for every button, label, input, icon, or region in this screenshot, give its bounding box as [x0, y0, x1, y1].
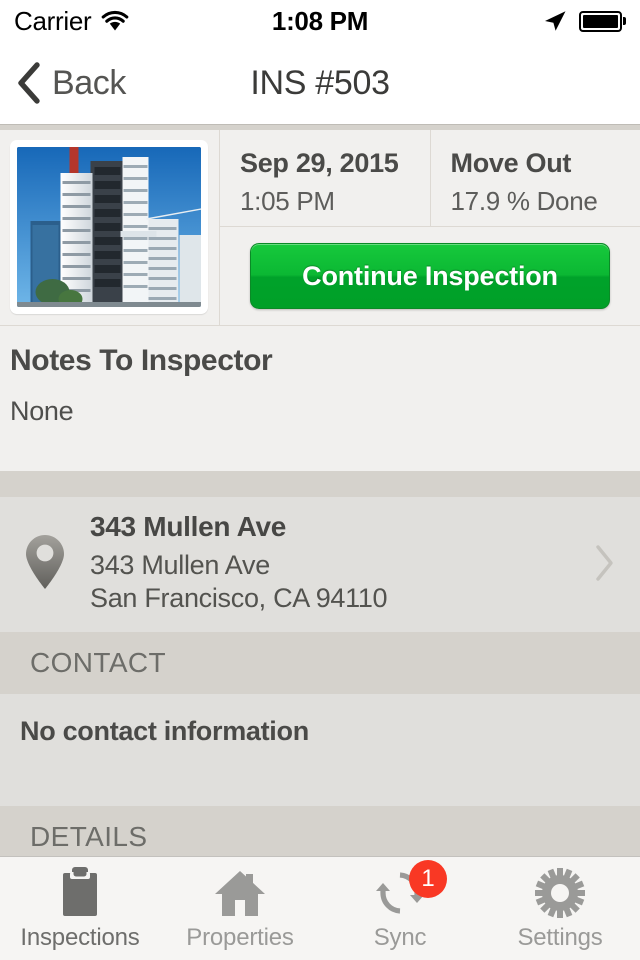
inspection-type-progress: Move Out 17.9 % Done: [429, 130, 640, 226]
property-name: 343 Mullen Ave: [90, 511, 287, 542]
notes-title: Notes To Inspector: [10, 344, 273, 377]
notes-to-inspector-section: Notes To Inspector None: [0, 325, 640, 471]
battery-full-icon: [579, 10, 626, 32]
status-bar: Carrier 1:08 PM: [0, 0, 640, 42]
summary-details: Sep 29, 2015 1:05 PM Move Out 17.9 % Don…: [220, 130, 640, 325]
contact-empty-message: No contact information: [20, 715, 309, 746]
chevron-container: [570, 544, 640, 582]
carrier-label: Carrier: [14, 5, 92, 36]
status-bar-right: [542, 8, 626, 34]
details-header-label: DETAILS: [30, 820, 148, 852]
tab-settings[interactable]: Settings: [480, 857, 640, 960]
tab-label-sync: Sync: [373, 923, 427, 951]
chevron-right-icon: [596, 545, 613, 582]
section-divider-band: [0, 471, 640, 497]
property-photo-frame: [10, 140, 208, 314]
thumbnail-container[interactable]: [0, 130, 220, 325]
tab-sync[interactable]: 1 Sync: [320, 857, 480, 960]
app-screen: Carrier 1:08 PM Back INS #503 Sep 29, 20…: [0, 0, 640, 960]
contact-section-body: No contact information: [0, 693, 640, 806]
notes-body: None: [10, 396, 74, 426]
gear-icon: [535, 866, 585, 918]
clipboard-icon: [57, 866, 103, 918]
status-bar-left: Carrier: [14, 6, 130, 37]
location-arrow-icon: [545, 11, 566, 31]
inspection-datetime: Sep 29, 2015 1:05 PM: [220, 130, 430, 226]
address-city-state-zip: San Francisco, CA 94110: [90, 583, 388, 614]
contact-section-header: CONTACT: [0, 631, 640, 694]
inspection-date: Sep 29, 2015: [240, 148, 399, 178]
inspection-summary-card: Sep 29, 2015 1:05 PM Move Out 17.9 % Don…: [0, 130, 640, 325]
property-photo-thumbnail: [17, 147, 201, 307]
continue-inspection-button[interactable]: Continue Inspection: [250, 243, 610, 309]
navigation-bar: Back INS #503: [0, 42, 640, 124]
tab-label-properties: Properties: [186, 923, 294, 951]
property-address-row[interactable]: 343 Mullen Ave 343 Mullen Ave San Franci…: [0, 497, 640, 632]
tab-label-inspections: Inspections: [20, 923, 140, 951]
tab-bar: Inspections Properties 1 Sync Settings: [0, 856, 640, 960]
inspection-progress: 17.9 % Done: [450, 186, 598, 216]
map-pin-icon: [26, 535, 64, 590]
contact-header-label: CONTACT: [30, 646, 167, 678]
back-button[interactable]: Back: [16, 62, 126, 104]
inspection-time: 1:05 PM: [240, 186, 335, 216]
address-text-block: 343 Mullen Ave 343 Mullen Ave San Franci…: [90, 511, 570, 616]
pin-container: [0, 533, 90, 593]
house-icon: [214, 866, 266, 918]
sync-icon: 1: [375, 859, 447, 918]
address-street: 343 Mullen Ave: [90, 550, 270, 580]
summary-meta-row: Sep 29, 2015 1:05 PM Move Out 17.9 % Don…: [220, 130, 640, 227]
wifi-icon: [102, 10, 129, 31]
tab-label-settings: Settings: [517, 923, 603, 951]
chevron-left-icon: [18, 62, 40, 104]
sync-badge: 1: [409, 859, 447, 898]
inspection-type: Move Out: [450, 148, 572, 178]
back-label: Back: [52, 63, 126, 102]
tab-properties[interactable]: Properties: [160, 857, 320, 960]
tab-inspections[interactable]: Inspections: [0, 857, 160, 960]
continue-button-row: Continue Inspection: [220, 227, 640, 325]
